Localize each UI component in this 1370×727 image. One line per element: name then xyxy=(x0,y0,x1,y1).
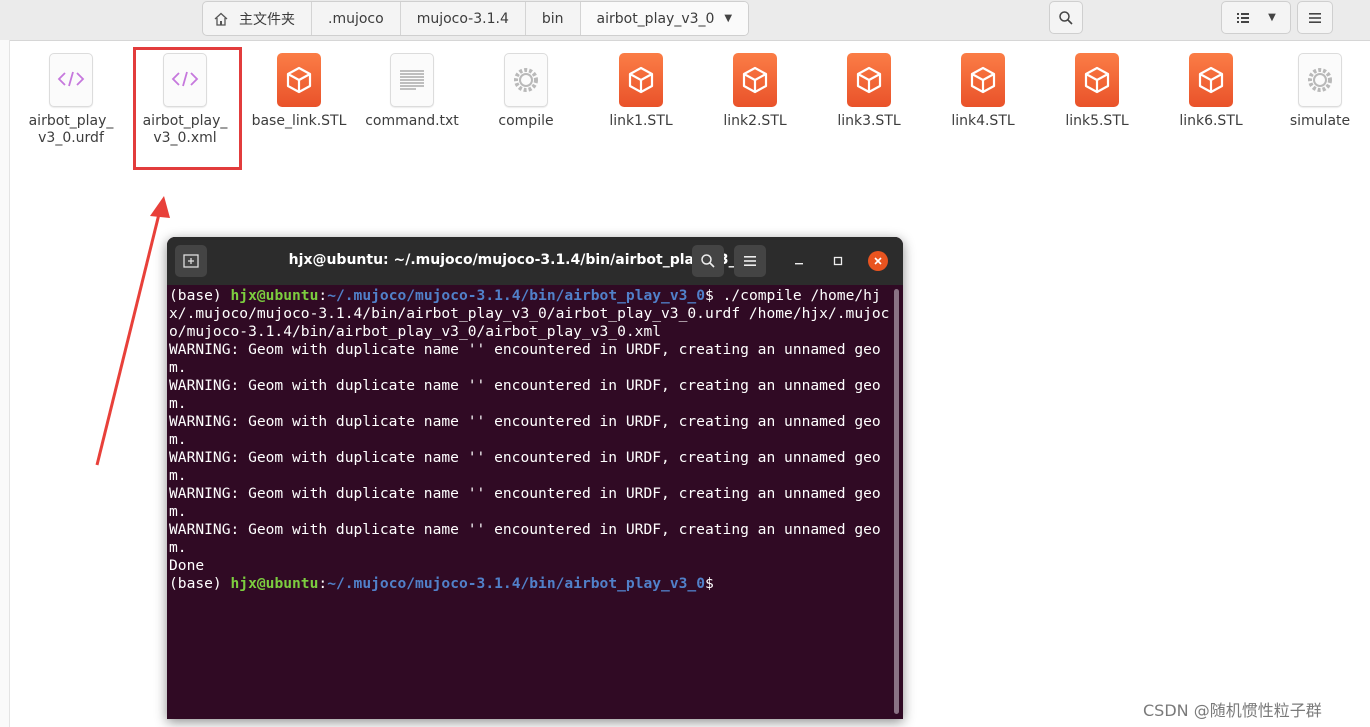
hamburger-menu-icon xyxy=(744,256,756,266)
output-line: Done xyxy=(169,557,205,574)
watermark-text: CSDN @随机惯性粒子群 xyxy=(1143,701,1322,720)
terminal-headerbar[interactable]: hjx@ubuntu: ~/.mujoco/mujoco-3.1.4/bin/a… xyxy=(167,237,903,285)
prompt-dollar: $ xyxy=(705,287,714,304)
prompt-colon: : xyxy=(318,287,328,304)
prompt-dollar: $ xyxy=(705,575,714,592)
close-button[interactable] xyxy=(868,251,888,271)
close-icon xyxy=(874,257,882,265)
new-tab-icon xyxy=(183,254,199,268)
search-icon xyxy=(701,254,715,268)
prompt-path: ~/.mujoco/mujoco-3.1.4/bin/airbot_play_v… xyxy=(327,575,705,592)
output-line: WARNING: Geom with duplicate name '' enc… xyxy=(169,521,881,556)
terminal-output[interactable]: (base) hjx@ubuntu:~/.mujoco/mujoco-3.1.4… xyxy=(169,287,891,593)
terminal-window[interactable]: hjx@ubuntu: ~/.mujoco/mujoco-3.1.4/bin/a… xyxy=(167,237,903,719)
prompt-user: hjx@ubuntu xyxy=(230,287,319,304)
prompt-colon: : xyxy=(318,575,328,592)
prompt-path: ~/.mujoco/mujoco-3.1.4/bin/airbot_play_v… xyxy=(327,287,705,304)
terminal-search-button[interactable] xyxy=(692,245,724,277)
output-line: WARNING: Geom with duplicate name '' enc… xyxy=(169,341,881,376)
maximize-icon xyxy=(833,256,843,266)
maximize-button[interactable] xyxy=(828,251,848,271)
terminal-scrollbar[interactable] xyxy=(894,289,899,714)
output-line: WARNING: Geom with duplicate name '' enc… xyxy=(169,449,881,484)
prompt-env: (base) xyxy=(169,575,231,592)
output-line: WARNING: Geom with duplicate name '' enc… xyxy=(169,485,881,520)
output-line: WARNING: Geom with duplicate name '' enc… xyxy=(169,413,881,448)
prompt-user: hjx@ubuntu xyxy=(230,575,319,592)
minimize-icon xyxy=(795,263,803,265)
prompt-env: (base) xyxy=(169,287,231,304)
minimize-button[interactable] xyxy=(789,251,809,271)
terminal-menu-button[interactable] xyxy=(734,245,766,277)
output-line: WARNING: Geom with duplicate name '' enc… xyxy=(169,377,881,412)
new-tab-button[interactable] xyxy=(175,245,207,277)
